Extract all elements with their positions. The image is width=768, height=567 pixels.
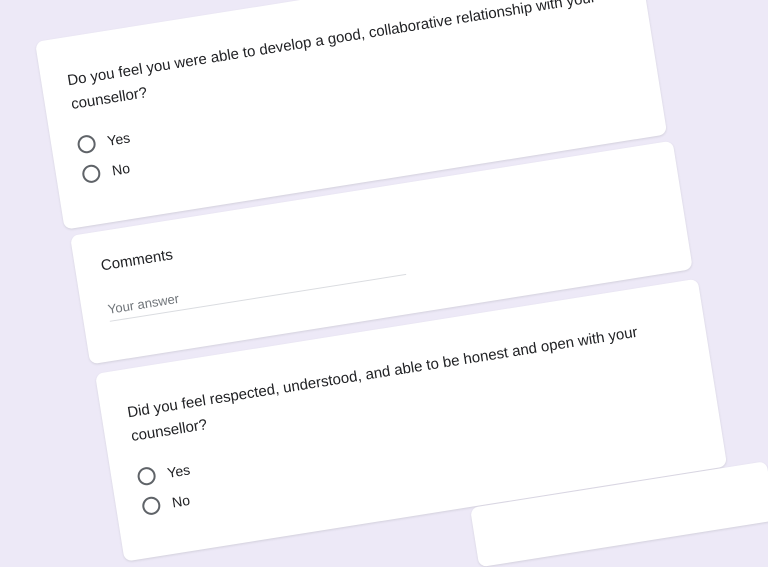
radio-button-icon[interactable]: [141, 495, 162, 517]
option-label: No: [170, 491, 191, 511]
option-label: Yes: [166, 461, 192, 481]
radio-button-icon[interactable]: [136, 465, 157, 487]
option-label: Yes: [106, 129, 132, 149]
radio-button-icon[interactable]: [76, 133, 97, 155]
form-stage: Do you feel you were able to develop a g…: [0, 0, 768, 567]
radio-button-icon[interactable]: [81, 163, 102, 185]
option-label: No: [110, 159, 131, 179]
